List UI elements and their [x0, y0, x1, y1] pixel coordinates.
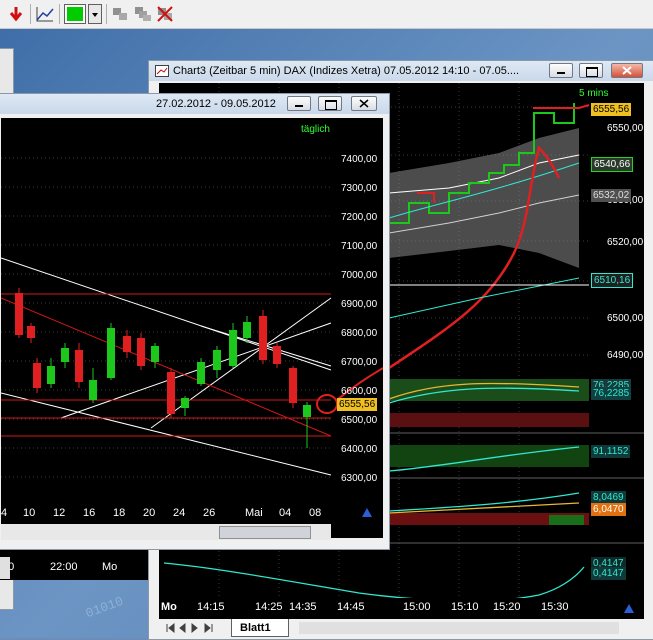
window-tile-icon[interactable]	[110, 4, 130, 24]
horizontal-scrollbar[interactable]	[1, 524, 331, 540]
upper-band-price-box: 6540,66	[591, 157, 634, 172]
mid-band-price-box: 6532,02	[591, 189, 632, 202]
svg-text:7300,00: 7300,00	[341, 183, 378, 194]
svg-text:6700,00: 6700,00	[341, 357, 378, 368]
time-label: 15:30	[541, 601, 569, 613]
time-label: 14:45	[337, 601, 365, 613]
chart-window-icon	[155, 65, 169, 77]
color-swatch-fill	[67, 7, 83, 21]
close-icon	[622, 66, 632, 75]
svg-text:6500,00: 6500,00	[341, 415, 378, 426]
svg-text:6400,00: 6400,00	[341, 444, 378, 455]
svg-text:4: 4	[1, 507, 7, 519]
interval-label: täglich	[301, 124, 330, 135]
svg-text:6500,00: 6500,00	[607, 313, 644, 324]
scrollbar-thumb[interactable]	[219, 526, 311, 539]
main-toolbar	[0, 0, 653, 29]
minimize-icon	[557, 72, 565, 74]
chart3-titlebar[interactable]: Chart3 (Zeitbar 5 min) DAX (Indizes Xetr…	[149, 61, 653, 81]
svg-text:08: 08	[309, 507, 321, 519]
line-chart-icon[interactable]	[35, 4, 55, 24]
svg-text:6550,00: 6550,00	[607, 123, 644, 134]
toolbar-separator	[59, 4, 60, 24]
svg-text:20: 20	[143, 507, 155, 519]
daily-titlebar[interactable]: 27.02.2012 - 09.05.2012	[0, 94, 389, 114]
maximize-button[interactable]	[579, 63, 603, 78]
time-label: 14:15	[197, 601, 225, 613]
svg-text:24: 24	[173, 507, 185, 519]
minimize-button[interactable]	[287, 96, 311, 111]
chart3-title: Chart3 (Zeitbar 5 min) DAX (Indizes Xetr…	[173, 65, 520, 77]
svg-text:04: 04	[279, 507, 291, 519]
sheet-tab-label: Blatt1	[240, 622, 271, 634]
window-close-all-icon[interactable]	[155, 4, 175, 24]
bg-scroll-stub[interactable]	[0, 557, 10, 579]
svg-text:7000,00: 7000,00	[341, 270, 378, 281]
minimize-icon	[295, 105, 303, 107]
dropdown-arrow-icon[interactable]	[88, 4, 102, 24]
time-label: 15:10	[451, 601, 479, 613]
last-price-box: 6555,56	[591, 103, 632, 116]
svg-text:6520,00: 6520,00	[607, 237, 644, 248]
svg-text:12: 12	[53, 507, 65, 519]
svg-text:7400,00: 7400,00	[341, 154, 378, 165]
tab-scroll-buttons-icon[interactable]	[165, 622, 225, 634]
toolbar-separator	[30, 4, 31, 24]
maximize-icon	[325, 100, 337, 110]
time-label: 14:25	[255, 601, 283, 613]
svg-text:6300,00: 6300,00	[341, 473, 378, 484]
time-label: 14:35	[289, 601, 317, 613]
window-cascade-icon[interactable]	[133, 4, 153, 24]
arrow-down-icon[interactable]	[6, 4, 26, 24]
daily-chart-window[interactable]: 27.02.2012 - 09.05.2012 7400,00 7300,00 …	[0, 93, 390, 550]
color-swatch-icon[interactable]	[64, 4, 86, 24]
pin-icon[interactable]	[359, 504, 375, 520]
close-button[interactable]	[351, 96, 377, 111]
lower-band-price-box: 6510,16	[591, 273, 634, 288]
close-button[interactable]	[611, 63, 643, 78]
time-label: Mo	[161, 601, 177, 613]
maximize-button[interactable]	[318, 96, 342, 111]
svg-text:7100,00: 7100,00	[341, 241, 378, 252]
bg-time-label: 22:00	[50, 561, 78, 573]
svg-text:6800,00: 6800,00	[341, 328, 378, 339]
indicator4-value: 0,4147	[591, 567, 626, 580]
close-icon	[359, 99, 369, 108]
background-window-axis: 00 22:00 Mo	[0, 545, 160, 580]
sheet-tab-blatt1[interactable]: Blatt1	[231, 619, 289, 637]
daily-title: 27.02.2012 - 09.05.2012	[156, 98, 276, 110]
svg-text:10: 10	[23, 507, 35, 519]
svg-text:6900,00: 6900,00	[341, 299, 378, 310]
indicator1-value: 76,2285	[591, 387, 632, 400]
last-price-box: 6555,56	[337, 398, 378, 411]
maximize-icon	[586, 67, 598, 77]
horizontal-scrollbar[interactable]	[299, 622, 619, 634]
chart3-time-axis: Mo 14:15 14:25 14:35 14:45 15:00 15:10 1…	[159, 598, 644, 618]
svg-text:18: 18	[113, 507, 125, 519]
time-label: 15:00	[403, 601, 431, 613]
svg-text:7200,00: 7200,00	[341, 212, 378, 223]
interval-label: 5 mins	[579, 88, 609, 99]
svg-text:Mai: Mai	[245, 507, 263, 519]
indicator3-value: 6,0470	[591, 503, 626, 516]
svg-text:6600,00: 6600,00	[341, 386, 378, 397]
sheet-tab-bar: Blatt1	[159, 619, 644, 637]
daily-canvas: 7400,00 7300,00 7200,00 7100,00 7000,00 …	[1, 154, 383, 519]
indicator2-value: 91,1152	[591, 445, 631, 458]
minimize-button[interactable]	[549, 63, 573, 78]
daily-plot-area[interactable]: 7400,00 7300,00 7200,00 7100,00 7000,00 …	[1, 118, 383, 538]
time-label: 15:20	[493, 601, 521, 613]
pin-icon[interactable]	[621, 600, 637, 616]
toolbar-separator	[106, 4, 107, 24]
svg-text:26: 26	[203, 507, 215, 519]
bg-time-label: Mo	[102, 561, 118, 573]
svg-text:16: 16	[83, 507, 95, 519]
svg-text:6490,00: 6490,00	[607, 350, 644, 361]
